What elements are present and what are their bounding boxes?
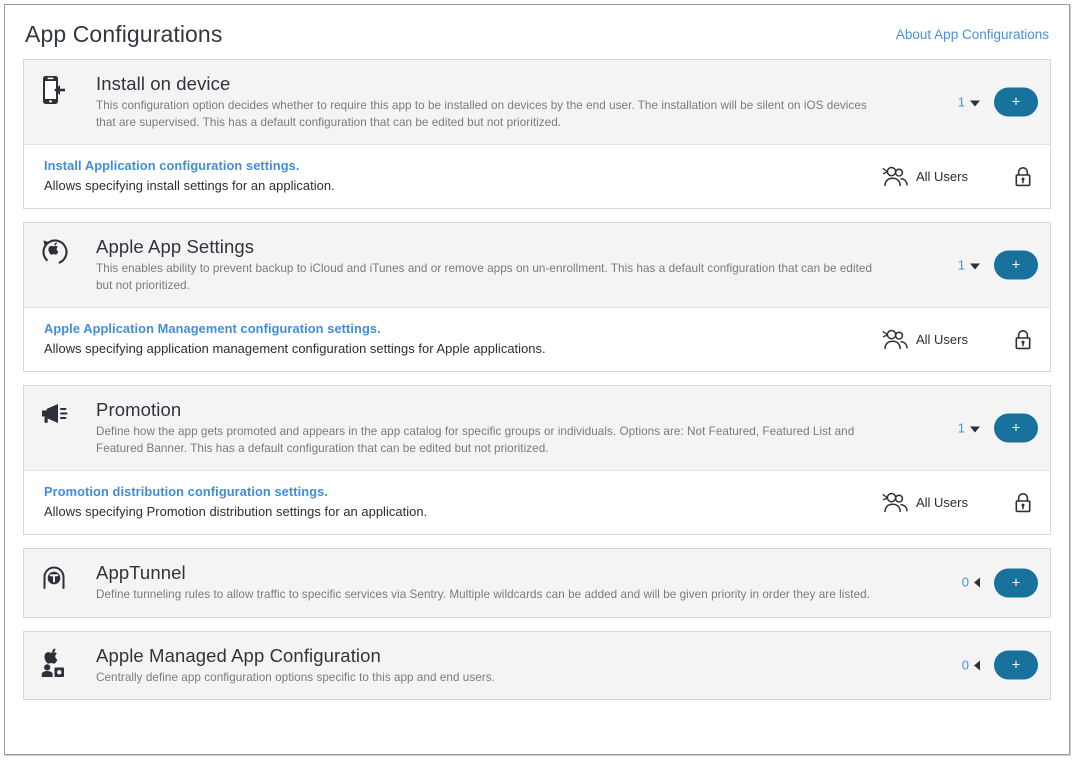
audience-label: All Users <box>915 494 968 510</box>
page-title: App Configurations <box>25 21 223 47</box>
config-card-title: AppTunnel <box>96 562 186 583</box>
audience-group: All Users <box>882 166 968 188</box>
config-card-controls: 0 + <box>962 568 1038 598</box>
config-card-description: Define how the app gets promoted and app… <box>96 425 855 455</box>
config-card-text: Install on device This configuration opti… <box>96 72 876 131</box>
config-card-header: Apple Managed App Configuration Centrally… <box>24 631 1050 699</box>
add-configuration-button[interactable]: + <box>994 650 1038 680</box>
lock-icon <box>1014 492 1036 514</box>
config-card-description: Define tunneling rules to allow traffic … <box>96 588 870 601</box>
lock-icon <box>1014 329 1036 351</box>
config-card-header: Install on device This configuration opti… <box>24 60 1050 145</box>
config-card-description: This configuration option decides whethe… <box>96 99 867 129</box>
config-card-text: AppTunnel Define tunneling rules to allow… <box>96 561 876 604</box>
configuration-setting-link[interactable]: Apple Application Management configurati… <box>44 320 381 338</box>
config-card-text: Apple Managed App Configuration Centrally… <box>96 644 876 687</box>
config-card-header: Promotion Define how the app gets promote… <box>24 386 1050 471</box>
config-card-header: Apple App Settings This enables ability t… <box>24 223 1050 308</box>
lock-status <box>1014 492 1036 514</box>
config-card-text: Apple App Settings This enables ability t… <box>96 235 876 294</box>
config-card: AppTunnel Define tunneling rules to allow… <box>23 548 1051 618</box>
install-on-device-icon <box>40 74 70 106</box>
config-card-title: Apple Managed App Configuration <box>96 644 381 666</box>
group-users-icon <box>882 492 908 514</box>
config-card-header: AppTunnel Define tunneling rules to allow… <box>24 549 1050 617</box>
config-card-title: Promotion <box>96 399 182 420</box>
config-count-toggle[interactable]: 0 <box>962 575 980 591</box>
lock-status <box>1014 329 1036 351</box>
config-count: 1 <box>957 94 965 109</box>
group-users-icon <box>882 329 908 351</box>
config-count-toggle[interactable]: 1 <box>958 420 980 436</box>
audience-label: All Users <box>915 168 968 184</box>
app-configurations-page: App Configurations About App Configurati… <box>5 5 1069 754</box>
apple-managed-app-config-icon <box>40 646 70 678</box>
apple-app-settings-icon <box>40 237 70 269</box>
apptunnel-icon <box>40 563 70 595</box>
lock-icon <box>1014 166 1036 188</box>
audience-group: All Users <box>882 492 968 514</box>
config-card-controls: 0 + <box>962 650 1038 680</box>
chevron-left-icon <box>974 660 980 671</box>
promotion-megaphone-icon <box>40 400 70 432</box>
config-count-toggle[interactable]: 0 <box>962 657 980 673</box>
configuration-setting-row: Apple Application Management configurati… <box>24 308 1050 371</box>
config-card: Install on device This configuration opti… <box>23 59 1051 209</box>
config-card: Promotion Define how the app gets promote… <box>23 385 1051 535</box>
config-count-toggle[interactable]: 1 <box>958 94 980 110</box>
about-app-configurations-link[interactable]: About App Configurations <box>896 26 1049 44</box>
config-count: 1 <box>957 257 965 272</box>
configuration-setting-link[interactable]: Install Application configuration settin… <box>44 157 300 175</box>
chevron-down-icon <box>970 426 980 432</box>
add-configuration-button[interactable]: + <box>994 413 1038 443</box>
audience-group: All Users <box>882 329 968 351</box>
configuration-cards-list: Install on device This configuration opti… <box>23 59 1051 700</box>
window-frame: App Configurations About App Configurati… <box>4 4 1070 755</box>
config-card-description: Centrally define app configuration optio… <box>96 670 495 684</box>
page-header: App Configurations About App Configurati… <box>23 5 1051 59</box>
audience-label: All Users <box>915 331 968 347</box>
chevron-down-icon <box>970 263 980 269</box>
config-count: 0 <box>961 657 969 673</box>
config-count: 0 <box>961 574 969 590</box>
config-card-text: Promotion Define how the app gets promote… <box>96 398 876 457</box>
add-configuration-button[interactable]: + <box>994 87 1038 117</box>
config-card-title: Apple App Settings <box>96 236 255 257</box>
config-card-controls: 1 + <box>958 250 1038 280</box>
configuration-setting-row: Install Application configuration settin… <box>24 145 1050 208</box>
config-card-description: This enables ability to prevent backup t… <box>96 262 872 292</box>
configuration-setting-meta: All Users <box>882 166 1036 188</box>
configuration-setting-link[interactable]: Promotion distribution configuration set… <box>44 483 328 501</box>
config-card: Apple Managed App Configuration Centrally… <box>23 630 1051 700</box>
add-configuration-button[interactable]: + <box>994 568 1038 598</box>
config-card-controls: 1 + <box>958 87 1038 117</box>
config-card-controls: 1 + <box>958 413 1038 443</box>
config-count: 1 <box>957 420 965 435</box>
group-users-icon <box>882 166 908 188</box>
add-configuration-button[interactable]: + <box>994 250 1038 280</box>
chevron-down-icon <box>970 100 980 106</box>
config-count-toggle[interactable]: 1 <box>958 257 980 273</box>
lock-status <box>1014 166 1036 188</box>
config-card: Apple App Settings This enables ability t… <box>23 222 1051 372</box>
config-card-title: Install on device <box>96 73 231 94</box>
chevron-left-icon <box>974 577 980 588</box>
configuration-setting-meta: All Users <box>882 492 1036 514</box>
configuration-setting-meta: All Users <box>882 329 1036 351</box>
configuration-setting-row: Promotion distribution configuration set… <box>24 471 1050 534</box>
